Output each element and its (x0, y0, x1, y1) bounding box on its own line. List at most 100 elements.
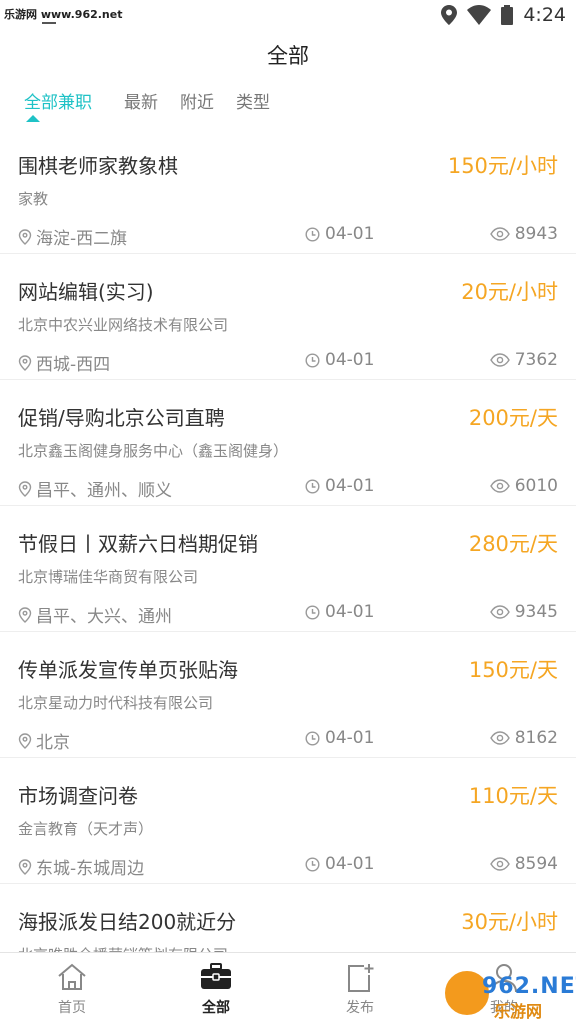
job-salary: 200元/天 (468, 406, 558, 430)
job-date-text: 04-01 (325, 476, 375, 496)
job-location-text: 北京 (36, 733, 70, 753)
job-views-text: 8943 (514, 224, 558, 244)
job-views-text: 6010 (514, 476, 558, 496)
eye-icon (489, 479, 510, 493)
job-title: 节假日丨双薪六日档期促销 (18, 532, 258, 556)
briefcase-icon (201, 963, 231, 989)
job-views-text: 8162 (514, 728, 558, 748)
watermark-bottom-text: 乐游网 (494, 1002, 543, 1021)
status-icons: 4:24 (441, 4, 566, 26)
job-company: 北京博瑞佳华商贸有限公司 (18, 568, 199, 586)
job-location-text: 西城-西四 (36, 355, 111, 375)
job-company: 家教 (18, 190, 49, 208)
job-title: 市场调查问卷 (18, 784, 138, 808)
job-location: 北京 (18, 728, 70, 753)
job-location-text: 昌平、大兴、通州 (36, 607, 172, 627)
job-list-item[interactable]: 海报派发日结200就近分 30元/小时 北京唯胜全播营销策划有限公司 (0, 884, 576, 952)
job-salary: 20元/小时 (461, 280, 558, 304)
eye-icon (489, 605, 510, 619)
watermark-top-text: 962.NET (482, 974, 576, 999)
job-date: 04-01 (305, 728, 374, 748)
nav-home[interactable]: 首页 (0, 953, 144, 1024)
job-date: 04-01 (305, 854, 374, 874)
tab-nearby[interactable]: 附近 (180, 88, 214, 113)
nav-all[interactable]: 全部 (144, 953, 288, 1024)
job-meta: 昌平、大兴、通州 04-01 9345 (0, 602, 576, 627)
status-bar: 乐游网 www.962.net 4:24 (0, 0, 576, 32)
location-pin-icon (18, 480, 32, 497)
job-views: 6010 (489, 476, 558, 496)
job-salary: 30元/小时 (461, 910, 558, 934)
clock-icon (305, 352, 320, 368)
job-list-item[interactable]: 促销/导购北京公司直聘 200元/天 北京鑫玉阁健身服务中心（鑫玉阁健身） 昌平… (0, 380, 576, 506)
post-icon (348, 964, 374, 992)
job-company: 北京鑫玉阁健身服务中心（鑫玉阁健身） (18, 442, 289, 460)
eye-icon (489, 227, 510, 241)
job-views: 8594 (489, 854, 558, 874)
job-date: 04-01 (305, 476, 374, 496)
job-date-text: 04-01 (325, 224, 375, 244)
job-date: 04-01 (305, 350, 374, 370)
job-company: 北京星动力时代科技有限公司 (18, 694, 214, 712)
tab-type[interactable]: 类型 (236, 88, 270, 113)
eye-icon (489, 731, 510, 745)
job-meta: 北京 04-01 8162 (0, 728, 576, 753)
job-list[interactable]: 围棋老师家教象棋 150元/小时 家教 海淀-西二旗 04-01 8943 网站… (0, 128, 576, 952)
job-meta: 昌平、通州、顺义 04-01 6010 (0, 476, 576, 501)
job-date: 04-01 (305, 224, 374, 244)
job-salary: 110元/天 (468, 784, 558, 808)
job-title: 网站编辑(实习) (18, 280, 154, 304)
job-meta: 东城-东城周边 04-01 8594 (0, 854, 576, 879)
job-salary: 280元/天 (468, 532, 558, 556)
tab-indicator (26, 115, 40, 122)
status-time: 4:24 (523, 4, 566, 26)
source-watermark: 乐游网 www.962.net (4, 8, 123, 21)
clock-icon (305, 478, 320, 494)
nav-post-label: 发布 (346, 1000, 374, 1016)
home-icon (58, 963, 86, 990)
tab-all-jobs[interactable]: 全部兼职 (24, 88, 92, 113)
job-views-text: 7362 (514, 350, 558, 370)
nav-home-label: 首页 (58, 1000, 86, 1016)
battery-icon (501, 5, 514, 25)
job-date-text: 04-01 (325, 350, 375, 370)
job-location: 昌平、大兴、通州 (18, 602, 172, 627)
clock-icon (305, 730, 320, 746)
location-pin-icon (18, 354, 32, 371)
job-views: 7362 (489, 350, 558, 370)
page-title: 全部 (267, 44, 309, 68)
clock-icon (305, 604, 320, 620)
job-views: 9345 (489, 602, 558, 622)
job-location-text: 昌平、通州、顺义 (36, 481, 172, 501)
location-pin-icon (18, 606, 32, 623)
job-date-text: 04-01 (325, 854, 375, 874)
job-meta: 海淀-西二旗 04-01 8943 (0, 224, 576, 249)
nav-post[interactable]: 发布 (288, 953, 432, 1024)
job-list-item[interactable]: 围棋老师家教象棋 150元/小时 家教 海淀-西二旗 04-01 8943 (0, 128, 576, 254)
location-pin-icon (18, 858, 32, 875)
job-salary: 150元/小时 (447, 154, 558, 178)
job-list-item[interactable]: 传单派发宣传单页张贴海 150元/天 北京星动力时代科技有限公司 北京 04-0… (0, 632, 576, 758)
job-views-text: 8594 (514, 854, 558, 874)
clock-icon (305, 226, 320, 242)
job-title: 围棋老师家教象棋 (18, 154, 178, 178)
job-list-item[interactable]: 节假日丨双薪六日档期促销 280元/天 北京博瑞佳华商贸有限公司 昌平、大兴、通… (0, 506, 576, 632)
job-date-text: 04-01 (325, 602, 375, 622)
job-date-text: 04-01 (325, 728, 375, 748)
job-meta: 西城-西四 04-01 7362 (0, 350, 576, 375)
wifi-icon (467, 5, 492, 25)
nav-all-label: 全部 (202, 1000, 230, 1016)
eye-icon (489, 353, 510, 367)
tab-latest[interactable]: 最新 (124, 88, 158, 113)
job-title: 促销/导购北京公司直聘 (18, 406, 225, 430)
job-location-text: 海淀-西二旗 (36, 229, 128, 249)
job-title: 海报派发日结200就近分 (18, 910, 237, 934)
job-views-text: 9345 (514, 602, 558, 622)
job-location: 西城-西四 (18, 350, 110, 375)
job-date: 04-01 (305, 602, 374, 622)
job-company: 北京唯胜全播营销策划有限公司 (18, 944, 228, 952)
job-list-item[interactable]: 网站编辑(实习) 20元/小时 北京中农兴业网络技术有限公司 西城-西四 04-… (0, 254, 576, 380)
tab-bar: 全部兼职 最新 附近 类型 (0, 84, 576, 124)
job-list-item[interactable]: 市场调查问卷 110元/天 金言教育（天才声） 东城-东城周边 04-01 85… (0, 758, 576, 884)
site-watermark: 962.NET 乐游网 (442, 968, 576, 1021)
